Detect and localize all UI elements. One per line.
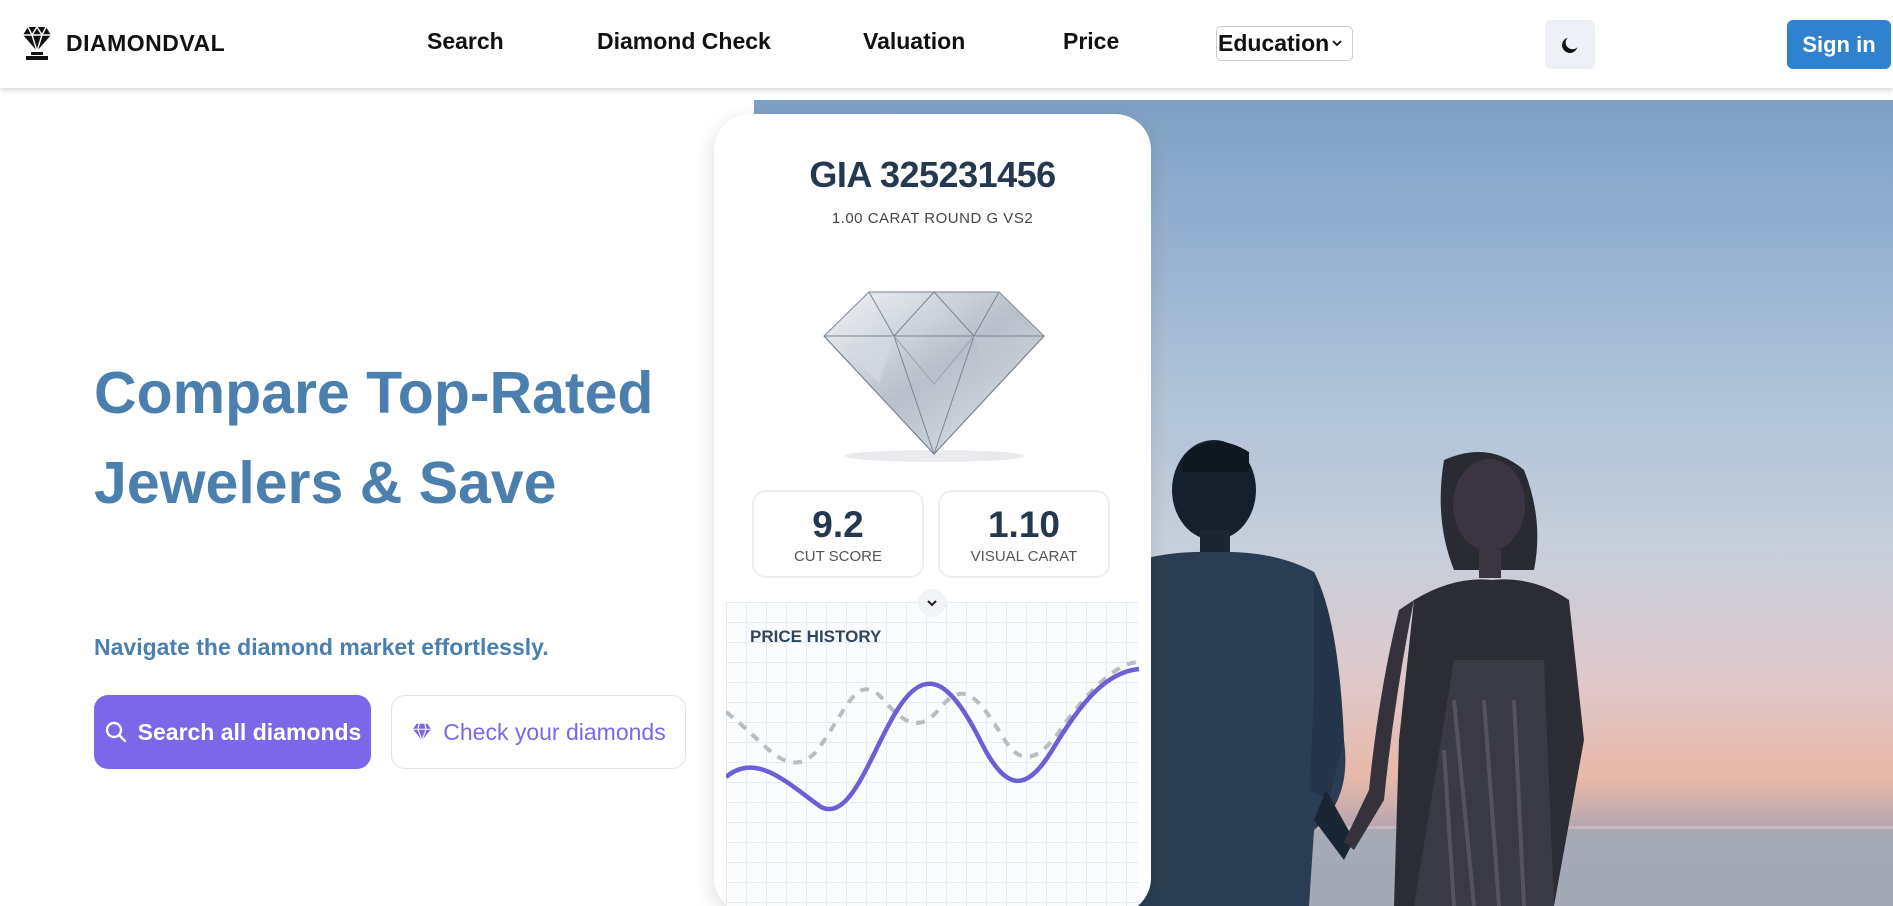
check-your-diamonds-button[interactable]: Check your diamonds	[391, 695, 686, 769]
visual-carat-label: VISUAL CARAT	[970, 548, 1078, 565]
cut-score-stat: 9.2 CUT SCORE	[752, 490, 924, 578]
sign-in-button[interactable]: Sign in	[1787, 20, 1891, 69]
chevron-down-icon	[927, 600, 937, 607]
nav-search[interactable]: Search	[427, 28, 504, 55]
top-navbar: DIAMONDVAL Search Diamond Check Valuatio…	[0, 0, 1893, 88]
price-history-line-main	[726, 666, 1139, 812]
chevron-down-icon	[1332, 40, 1342, 47]
card-certificate-title: GIA 325231456	[809, 154, 1056, 195]
theme-toggle-button[interactable]	[1545, 20, 1595, 69]
diamond-icon	[413, 723, 432, 742]
diamond-report-card: GIA 325231456 1.00 CARAT ROUND G VS2 9.2…	[714, 114, 1151, 906]
brand-logo-link[interactable]: DIAMONDVAL	[22, 25, 225, 61]
search-icon	[105, 721, 126, 743]
education-select-value: Education	[1218, 30, 1330, 56]
diamond-image	[823, 291, 1045, 462]
moon-icon	[1562, 37, 1578, 53]
nav-diamond-check[interactable]: Diamond Check	[597, 28, 771, 55]
search-all-diamonds-button[interactable]: Search all diamonds	[94, 695, 371, 769]
visual-carat-stat: 1.10 VISUAL CARAT	[938, 490, 1110, 578]
education-select[interactable]: Education	[1216, 26, 1353, 61]
nav-price[interactable]: Price	[1063, 28, 1119, 55]
hero-subtitle: Navigate the diamond market effortlessly…	[94, 634, 549, 660]
brand-name: DIAMONDVAL	[66, 29, 226, 56]
check-your-diamonds-label: Check your diamonds	[443, 718, 666, 745]
visual-carat-value: 1.10	[987, 504, 1060, 545]
expand-card-button[interactable]	[918, 589, 946, 617]
price-history-panel: PRICE HISTORY	[726, 602, 1139, 906]
hero-title: Compare Top-Rated Jewelers & Save	[94, 360, 654, 516]
cut-score-value: 9.2	[812, 504, 864, 545]
price-history-sparkline	[726, 660, 1139, 812]
diamond-logo-icon	[23, 25, 51, 60]
nav-valuation[interactable]: Valuation	[863, 28, 965, 55]
search-all-diamonds-label: Search all diamonds	[137, 718, 362, 745]
card-diamond-spec: 1.00 CARAT ROUND G VS2	[831, 210, 1034, 227]
cut-score-label: CUT SCORE	[793, 548, 883, 565]
